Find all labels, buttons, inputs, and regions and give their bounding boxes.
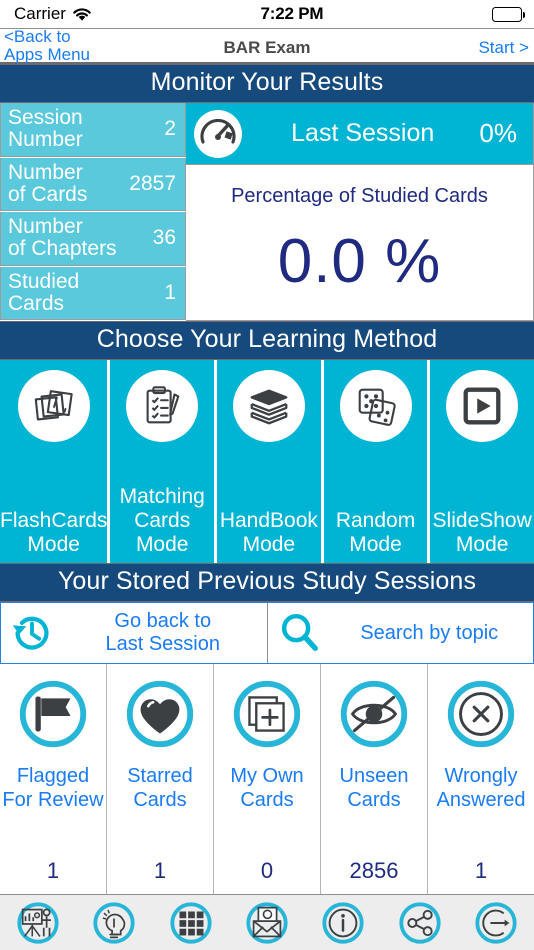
method-label: HandBook Mode [219, 509, 318, 556]
stacked-cards-icon [17, 370, 90, 442]
method-slideshow-mode[interactable]: SlideShow Mode [430, 360, 534, 563]
category-label: My Own Cards [230, 765, 304, 811]
tab-bar [0, 894, 534, 950]
method-random-mode[interactable]: Random Mode [323, 360, 428, 563]
dice-icon [339, 370, 412, 442]
clipboard-checklist-icon [126, 370, 199, 442]
category-label: Starred Cards [127, 765, 193, 811]
nav-bar: <Back to Apps Menu BAR Exam Start > [0, 28, 534, 64]
last-session-percent: 0% [479, 118, 517, 148]
stat-session-number[interactable]: Session Number 2 [0, 103, 186, 157]
last-session-label: Last Session [291, 119, 435, 147]
previous-sessions-header: Your Stored Previous Study Sessions [0, 563, 534, 602]
category-count: 1 [474, 858, 488, 883]
session-tool-label: Go back to Last Session [105, 610, 220, 655]
method-handbook-mode[interactable]: HandBook Mode [217, 360, 321, 563]
stat-value: 2857 [129, 171, 176, 195]
search-by-topic-button[interactable]: Search by topic [266, 603, 533, 663]
presentation-icon[interactable] [14, 899, 62, 947]
x-circle-icon [441, 674, 521, 754]
category-count: 1 [153, 858, 167, 883]
stat-label: Number of Chapters [8, 215, 117, 261]
stat-label: Number of Cards [8, 160, 88, 206]
percentage-value: 0.0 % [277, 227, 442, 296]
stat-label: Session Number [8, 106, 83, 152]
learning-method-header: Choose Your Learning Method [0, 321, 534, 360]
monitor-results-header: Monitor Your Results [0, 64, 534, 103]
learning-methods-row: FlashCards Mode Matching Cards Mode Hand… [0, 360, 534, 563]
info-icon[interactable] [319, 899, 367, 947]
session-tool-label: Search by topic [360, 621, 499, 644]
method-label: Matching Cards Mode [119, 485, 205, 556]
category-starred-cards[interactable]: Starred Cards 1 [106, 664, 213, 894]
play-square-icon [446, 370, 519, 442]
category-count: 2856 [349, 858, 399, 883]
flag-icon [13, 674, 93, 754]
method-label: Random Mode [335, 509, 416, 556]
category-count: 0 [260, 858, 274, 883]
add-card-icon [227, 674, 307, 754]
category-label: Unseen Cards [339, 765, 409, 811]
percentage-panel: Percentage of Studied Cards 0.0 % [186, 165, 533, 320]
method-flashcards-mode[interactable]: FlashCards Mode [0, 360, 108, 563]
status-bar: Carrier 7:22 PM [0, 0, 534, 28]
stat-value: 2 [164, 117, 176, 141]
category-label: Flagged For Review [2, 765, 104, 811]
category-label: Wrongly Answered [436, 765, 526, 811]
speedometer-icon [194, 109, 242, 158]
app-screen: Carrier 7:22 PM <Back to Apps Menu BAR E… [0, 0, 534, 950]
stat-number-of-chapters[interactable]: Number of Chapters 36 [0, 212, 186, 266]
stat-value: 36 [152, 226, 176, 250]
status-bar-left: Carrier [14, 4, 92, 24]
category-count: 1 [46, 858, 60, 883]
mail-icon[interactable] [243, 899, 291, 947]
stats-column: Session Number 2 Number of Cards 2857 Nu… [0, 103, 186, 321]
stacked-books-icon [232, 370, 305, 442]
stat-value: 1 [164, 280, 176, 304]
category-unseen-cards[interactable]: Unseen Cards 2856 [320, 664, 427, 894]
grid-apps-icon[interactable] [167, 899, 215, 947]
start-button[interactable]: Start > [478, 38, 529, 58]
status-bar-clock: 7:22 PM [260, 4, 324, 23]
method-label: FlashCards Mode [0, 509, 108, 556]
category-flagged-for-review[interactable]: Flagged For Review 1 [0, 664, 106, 894]
heart-icon [120, 674, 200, 754]
carrier-label: Carrier [14, 4, 66, 23]
page-title: BAR Exam [223, 38, 311, 57]
method-label: SlideShow Mode [432, 509, 532, 556]
share-icon[interactable] [396, 899, 444, 947]
wifi-icon [72, 7, 92, 22]
method-matching-cards-mode[interactable]: Matching Cards Mode [110, 360, 215, 563]
battery-full-icon [492, 6, 526, 22]
card-categories-row: Flagged For Review 1 Starred Cards 1 My … [0, 664, 534, 894]
search-icon [268, 610, 330, 656]
stat-studied-cards[interactable]: Studied Cards 1 [0, 266, 186, 320]
session-tools-row: Go back to Last Session Search by topic [0, 602, 534, 664]
percentage-caption: Percentage of Studied Cards [231, 185, 488, 207]
eye-slash-icon [334, 674, 414, 754]
results-right-column: Last Session 0% Percentage of Studied Ca… [186, 103, 534, 321]
logout-icon[interactable] [472, 899, 520, 947]
history-clock-icon [1, 610, 63, 656]
category-wrongly-answered[interactable]: Wrongly Answered 1 [427, 664, 534, 894]
status-bar-right [492, 6, 526, 22]
brain-bulb-icon[interactable] [90, 899, 138, 947]
last-session-bar[interactable]: Last Session 0% [186, 103, 533, 165]
category-my-own-cards[interactable]: My Own Cards 0 [213, 664, 320, 894]
stat-label: Studied Cards [8, 269, 80, 315]
monitor-results-section: Session Number 2 Number of Cards 2857 Nu… [0, 103, 534, 321]
stat-number-of-cards[interactable]: Number of Cards 2857 [0, 157, 186, 211]
go-back-to-last-session-button[interactable]: Go back to Last Session [1, 603, 267, 663]
